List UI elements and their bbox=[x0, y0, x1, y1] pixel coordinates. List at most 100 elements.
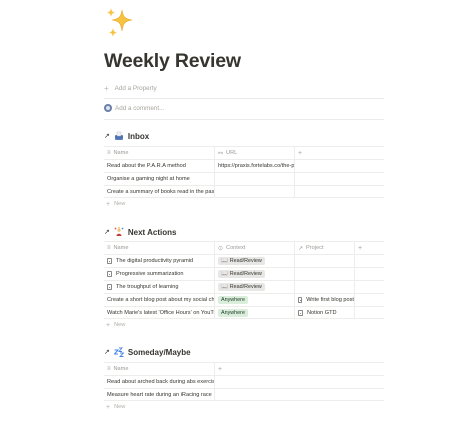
avatar bbox=[104, 104, 112, 112]
cell-context[interactable]: 📖 Read/Review bbox=[214, 268, 294, 280]
relation-arrow-icon: ↗ bbox=[298, 245, 304, 252]
page-icon bbox=[107, 258, 112, 264]
text-column-icon: ≡ bbox=[107, 366, 111, 372]
add-property-label: Add a Property bbox=[114, 84, 157, 92]
table-row[interactable]: Measure heart rate during an iRacing rac… bbox=[104, 388, 384, 401]
next-actions-database-title[interactable]: ↗ Next Actions bbox=[104, 226, 176, 238]
cell-project[interactable]: Notion GTD bbox=[294, 307, 354, 319]
table-header-row: ≡ Name + bbox=[104, 362, 384, 375]
person-juggling-icon bbox=[114, 227, 124, 236]
cell-context[interactable]: Anywhere bbox=[214, 307, 294, 319]
cell-name[interactable]: Measure heart rate during an iRacing rac… bbox=[104, 389, 214, 401]
cell-name[interactable]: Read about arched back during abs exerci… bbox=[104, 376, 214, 388]
column-header-url[interactable]: ⚯ URL bbox=[214, 147, 294, 159]
table-row[interactable]: Progressive summarization 📖 Read/Review bbox=[104, 267, 384, 280]
cell-name[interactable]: Read about the P.A.R.A method bbox=[104, 160, 214, 172]
cell-name[interactable]: The troughput of learning bbox=[104, 281, 214, 293]
cell-empty bbox=[354, 294, 384, 306]
page-icon bbox=[298, 297, 303, 303]
table-row[interactable]: Organise a gaming night at home bbox=[104, 172, 384, 185]
cell-empty bbox=[294, 173, 384, 185]
table-row[interactable]: Create a short blog post about my social… bbox=[104, 293, 384, 306]
context-tag: Anywhere bbox=[218, 296, 248, 304]
table-header-row: ≡ Name ⊙ Context ↗ Project + bbox=[104, 241, 384, 254]
add-comment-placeholder: Add a comment... bbox=[115, 104, 165, 112]
cell-url[interactable] bbox=[214, 173, 294, 185]
link-icon: ⚯ bbox=[218, 150, 224, 157]
cell-project[interactable]: Write first blog post bbox=[294, 294, 354, 306]
cell-empty bbox=[214, 389, 384, 401]
add-column-button[interactable]: + bbox=[294, 147, 384, 159]
inbox-title: Inbox bbox=[127, 131, 150, 141]
zzz-icon bbox=[113, 347, 124, 357]
table-header-row: ≡ Name ⚯ URL + bbox=[104, 146, 384, 159]
someday-maybe-database-title[interactable]: ↗ Someday/Maybe bbox=[104, 346, 191, 358]
cell-name[interactable]: Create a short blog post about my social… bbox=[104, 294, 214, 306]
page: Weekly Review + Add a Property Add a com… bbox=[0, 0, 474, 430]
divider bbox=[104, 119, 384, 120]
plus-icon: + bbox=[104, 83, 109, 93]
new-row-button[interactable]: + New bbox=[104, 401, 384, 413]
open-book-icon: 📖 bbox=[221, 258, 228, 264]
cell-name[interactable]: Watch Marie's latest 'Office Hours' on Y… bbox=[104, 307, 214, 319]
select-column-icon: ⊙ bbox=[218, 245, 224, 252]
cell-empty bbox=[294, 186, 384, 198]
open-book-icon: 📖 bbox=[221, 271, 228, 277]
cell-name[interactable]: Progressive summarization bbox=[104, 268, 214, 280]
plus-icon: + bbox=[106, 321, 111, 329]
context-tag: 📖 Read/Review bbox=[218, 270, 265, 278]
cell-project[interactable] bbox=[294, 255, 354, 267]
new-row-button[interactable]: + New bbox=[104, 319, 384, 331]
page-icon bbox=[107, 271, 112, 277]
context-tag: Anywhere bbox=[218, 309, 248, 317]
table-row[interactable]: Create a summary of books read in the pa… bbox=[104, 185, 384, 198]
table-row[interactable]: Read about the P.A.R.A method https://pr… bbox=[104, 159, 384, 172]
linked-arrow-icon: ↗ bbox=[104, 133, 110, 140]
column-header-context[interactable]: ⊙ Context bbox=[214, 242, 294, 254]
page-icon bbox=[298, 310, 303, 316]
next-actions-title: Next Actions bbox=[127, 227, 177, 237]
table-row[interactable]: Watch Marie's latest 'Office Hours' on Y… bbox=[104, 306, 384, 319]
page-title[interactable]: Weekly Review bbox=[104, 50, 241, 73]
open-book-icon: 📖 bbox=[221, 284, 228, 290]
table-row[interactable]: Read about arched back during abs exerci… bbox=[104, 375, 384, 388]
column-header-name[interactable]: ≡ Name bbox=[104, 147, 214, 159]
cell-url[interactable]: https://praxis.fortelabs.co/the-p bbox=[214, 160, 294, 172]
column-header-name[interactable]: ≡ Name bbox=[104, 242, 214, 254]
inbox-table: ≡ Name ⚯ URL + Read about the P.A.R.A me… bbox=[104, 146, 384, 210]
add-comment-field[interactable]: Add a comment... bbox=[104, 102, 164, 114]
context-tag: 📖 Read/Review bbox=[218, 257, 265, 265]
add-column-button[interactable]: + bbox=[214, 363, 384, 375]
plus-icon: + bbox=[106, 403, 111, 411]
cell-context[interactable]: Anywhere bbox=[214, 294, 294, 306]
cell-empty bbox=[354, 307, 384, 319]
cell-name[interactable]: Create a summary of books read in the pa… bbox=[104, 186, 214, 198]
cell-empty bbox=[214, 376, 384, 388]
inbox-tray-icon bbox=[114, 131, 123, 140]
column-header-name[interactable]: ≡ Name bbox=[104, 363, 214, 375]
cell-empty bbox=[354, 255, 384, 267]
table-row[interactable]: The digital productivity pyramid 📖 Read/R… bbox=[104, 254, 384, 267]
context-tag: 📖 Read/Review bbox=[218, 283, 265, 291]
cell-name[interactable]: The digital productivity pyramid bbox=[104, 255, 214, 267]
inbox-database-title[interactable]: ↗ Inbox bbox=[104, 130, 149, 142]
cell-url[interactable] bbox=[214, 186, 294, 198]
sparkles-icon[interactable] bbox=[104, 6, 138, 40]
cell-context[interactable]: 📖 Read/Review bbox=[214, 255, 294, 267]
column-header-project[interactable]: ↗ Project bbox=[294, 242, 354, 254]
add-property-button[interactable]: + Add a Property bbox=[104, 82, 157, 94]
linked-arrow-icon: ↗ bbox=[104, 229, 110, 236]
cell-context[interactable]: 📖 Read/Review bbox=[214, 281, 294, 293]
someday-maybe-table: ≡ Name + Read about arched back during a… bbox=[104, 362, 384, 413]
cell-project[interactable] bbox=[294, 281, 354, 293]
add-column-button[interactable]: + bbox=[354, 242, 384, 254]
plus-icon: + bbox=[106, 200, 111, 208]
cell-name[interactable]: Organise a gaming night at home bbox=[104, 173, 214, 185]
cell-empty bbox=[294, 160, 384, 172]
cell-project[interactable] bbox=[294, 268, 354, 280]
text-column-icon: ≡ bbox=[107, 150, 111, 156]
cell-empty bbox=[354, 268, 384, 280]
table-row[interactable]: The troughput of learning 📖 Read/Review bbox=[104, 280, 384, 293]
new-row-button[interactable]: + New bbox=[104, 198, 384, 210]
divider bbox=[104, 98, 384, 99]
